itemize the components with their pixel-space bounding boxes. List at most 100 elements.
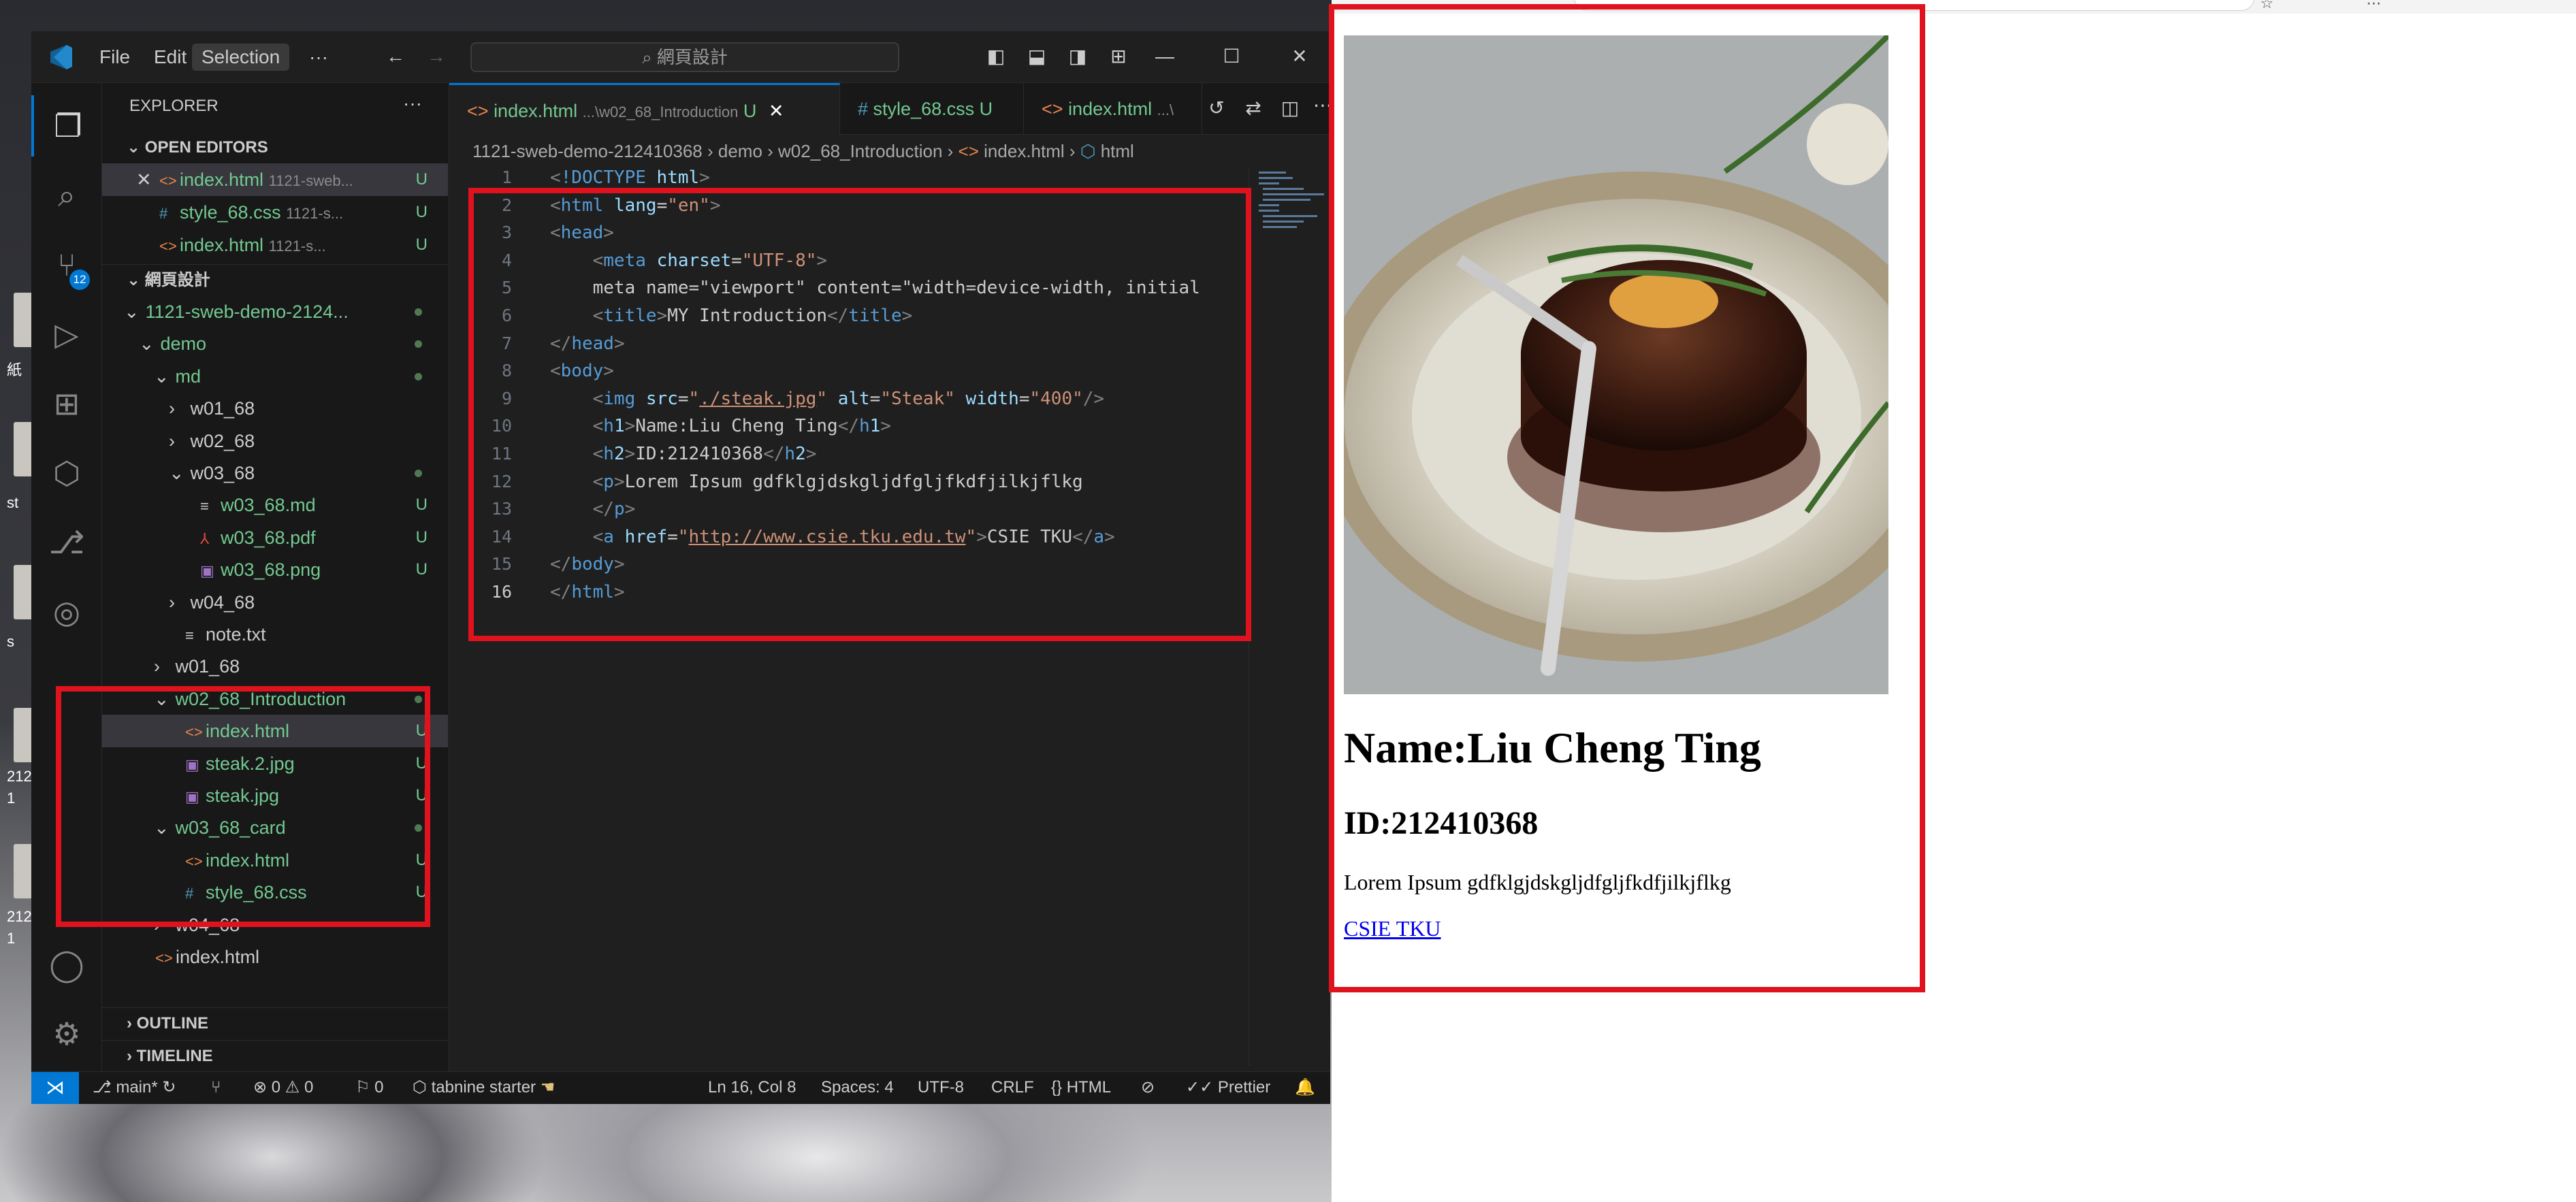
html-file-icon: <> [958, 141, 979, 161]
cursor-position[interactable]: Ln 16, Col 8 [708, 1072, 796, 1103]
tree-file[interactable]: ≡ w03_68.md U [102, 489, 448, 521]
tree-folder[interactable]: › w04_68 [102, 586, 448, 619]
menu-more[interactable]: ··· [300, 44, 338, 71]
breadcrumb-item[interactable]: 1121-sweb-demo-212410368 [472, 141, 703, 161]
desktop-icon-label: 1 [7, 790, 16, 807]
minimap-line [1263, 199, 1310, 201]
breadcrumb-item[interactable]: w02_68_Introduction [778, 141, 942, 161]
open-editor-item[interactable]: ✕ <> index.html 1121-sweb... U [102, 163, 448, 196]
tree-folder[interactable]: › w01_68 [102, 392, 448, 425]
copilot-icon[interactable]: ⊘ [1141, 1072, 1155, 1103]
tree-file[interactable]: ▣ w03_68.png U [102, 553, 448, 586]
git-status: U [415, 235, 428, 254]
tree-file[interactable]: ⅄ w03_68.pdf U [102, 521, 448, 554]
minimap-line [1259, 177, 1293, 179]
account-icon[interactable]: ◯ [31, 934, 102, 995]
forward-arrow-icon[interactable]: → [426, 46, 447, 67]
ports-indicator[interactable]: ⚐ 0 [355, 1072, 384, 1103]
line-ending[interactable]: CRLF [991, 1072, 1034, 1103]
breadcrumb-item[interactable]: html [1101, 141, 1134, 161]
problems-indicator[interactable]: ⊗ 0 ⚠ 0 [253, 1072, 313, 1103]
search-icon[interactable]: ⌕ [31, 165, 102, 226]
minimap[interactable] [1249, 167, 1330, 1066]
editor-more-icon[interactable]: ⋯ [1313, 95, 1330, 116]
tree-folder[interactable]: ⌄ 1121-sweb-demo-2124... [102, 295, 448, 328]
desktop-icon-label: 1 [7, 930, 16, 947]
favorite-star-icon[interactable]: ☆ [2260, 0, 2274, 12]
close-window-icon[interactable]: ✕ [1289, 46, 1310, 67]
toggle-panel-icon[interactable]: ⬓ [1027, 46, 1047, 67]
tab-status: U [979, 99, 993, 119]
pdf-file-icon: ⅄ [200, 530, 210, 547]
remote-indicator-icon[interactable]: ⋊ [31, 1072, 79, 1104]
desktop-icon-label: 212 [7, 908, 32, 925]
indentation[interactable]: Spaces: 4 [821, 1072, 894, 1103]
open-editors-header[interactable]: ⌄ OPEN EDITORS [102, 132, 448, 163]
git-status: U [415, 527, 428, 547]
chevron-down-icon: ⌄ [139, 334, 155, 355]
prettier-indicator[interactable]: ✓✓ Prettier [1186, 1072, 1270, 1103]
breadcrumb-item[interactable]: index.html [984, 141, 1065, 161]
menu-edit[interactable]: Edit [144, 44, 196, 71]
tabnine-indicator[interactable]: ⬡ tabnine starter ☚ [413, 1072, 555, 1103]
toggle-secondary-sidebar-icon[interactable]: ◨ [1067, 46, 1088, 67]
open-editor-item[interactable]: <> index.html 1121-s... U [102, 229, 448, 261]
tab-index-html-2[interactable]: <> index.html ...\ [1024, 83, 1202, 135]
back-arrow-icon[interactable]: ← [385, 46, 406, 67]
compare-changes-icon[interactable]: ⇄ [1243, 98, 1263, 118]
tab-close-icon[interactable]: ✕ [769, 101, 784, 121]
minimap-line [1259, 204, 1279, 206]
settings-gear-icon[interactable]: ⚙ [31, 1003, 102, 1065]
tree-folder[interactable]: › w02_68 [102, 425, 448, 457]
tree-folder[interactable]: ⌄ md [102, 360, 448, 393]
menu-file[interactable]: File [90, 44, 140, 71]
chevron-down-icon: ⌄ [124, 302, 140, 322]
close-icon[interactable]: ✕ [136, 163, 159, 196]
command-center-search[interactable]: ⌕ 網頁設計 [470, 42, 899, 72]
run-debug-icon[interactable]: ▷ [31, 304, 102, 365]
explorer-icon[interactable]: ❐ [31, 95, 102, 157]
tab-style-css[interactable]: # style_68.css U [840, 83, 1024, 135]
git-graph-status-icon[interactable]: ⑂ [211, 1072, 221, 1103]
browser-menu-icon[interactable]: ⋯ [2366, 0, 2381, 12]
code-line[interactable]: <!DOCTYPE html> [550, 167, 710, 188]
desktop-icon-label: 212 [7, 768, 32, 785]
tab-index-html[interactable]: <> index.html ...\w02_68_Introduction U … [449, 83, 840, 135]
desktop-icon-label: s [7, 633, 14, 650]
menu-selection[interactable]: Selection [192, 44, 290, 71]
tree-folder[interactable]: ⌄ demo [102, 327, 448, 360]
source-control-icon[interactable]: ⑂ 12 [31, 234, 102, 295]
chevron-right-icon: › [169, 430, 175, 451]
tree-file[interactable]: <> index.html [102, 941, 448, 973]
tree-item-label: demo [160, 334, 207, 355]
live-share-icon[interactable]: ◎ [31, 581, 102, 643]
workspace-header[interactable]: ⌄ 網頁設計 [102, 264, 448, 295]
toggle-primary-sidebar-icon[interactable]: ◧ [986, 46, 1006, 67]
tree-folder[interactable]: ⌄ w03_68 [102, 457, 448, 489]
minimize-icon[interactable]: — [1155, 46, 1175, 67]
customize-layout-icon[interactable]: ⊞ [1108, 46, 1129, 67]
remote-explorer-icon[interactable]: ⬡ [31, 442, 102, 504]
outline-header[interactable]: › OUTLINE [102, 1007, 448, 1039]
open-editor-item[interactable]: # style_68.css 1121-s... U [102, 196, 448, 229]
breadcrumb-item[interactable]: demo [718, 141, 762, 161]
encoding[interactable]: UTF-8 [918, 1072, 964, 1103]
tree-folder[interactable]: › w01_68 [102, 650, 448, 683]
git-status: U [415, 203, 428, 221]
tree-item-label: w03_68.png [221, 559, 321, 581]
timeline-history-icon[interactable]: ↺ [1206, 98, 1227, 118]
search-label: 網頁設計 [656, 47, 728, 67]
timeline-header[interactable]: › TIMELINE [102, 1040, 448, 1071]
explorer-more-icon[interactable]: ··· [403, 93, 422, 114]
split-editor-icon[interactable]: ◫ [1280, 98, 1300, 118]
language-mode[interactable]: {} HTML [1051, 1072, 1111, 1103]
minimap-line [1259, 172, 1286, 174]
extensions-icon[interactable]: ⊞ [31, 373, 102, 434]
language-label: HTML [1066, 1078, 1112, 1097]
branch-indicator[interactable]: ⎇ main* ↻ [93, 1072, 176, 1103]
maximize-icon[interactable]: ☐ [1221, 46, 1242, 67]
notifications-bell-icon[interactable]: 🔔 [1295, 1072, 1315, 1103]
tree-file[interactable]: ≡ note.txt [102, 618, 448, 651]
git-graph-icon[interactable]: ⎇ [31, 512, 102, 573]
minimap-line [1263, 188, 1304, 190]
